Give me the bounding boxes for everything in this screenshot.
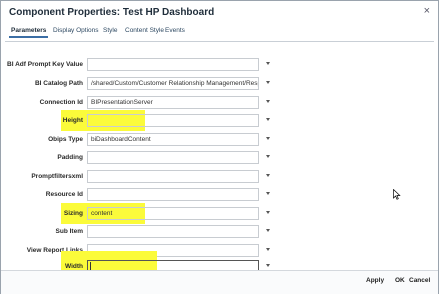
row-padding: Padding — [1, 150, 438, 166]
field-label: Sub Item — [55, 228, 83, 235]
component-properties-dialog: Component Properties: Test HP Dashboard … — [0, 0, 439, 294]
cancel-button[interactable]: Cancel — [409, 277, 430, 284]
field-label: BI Catalog Path — [34, 80, 83, 87]
tab-events[interactable]: Events — [165, 27, 185, 34]
chevron-down-icon[interactable] — [266, 174, 270, 177]
row-obips-type: Obips Type biDashboardContent — [1, 132, 438, 148]
field-label: Obips Type — [48, 136, 83, 143]
row-height: Height — [1, 110, 438, 131]
sub-item-input[interactable] — [87, 225, 259, 238]
apply-button[interactable]: Apply — [366, 277, 384, 284]
row-resource-id: Resource Id — [1, 187, 438, 203]
chevron-down-icon[interactable] — [266, 118, 270, 121]
tab-display-options[interactable]: Display Options — [53, 27, 99, 34]
tab-content-style[interactable]: Content Style — [125, 27, 164, 34]
close-icon[interactable]: × — [424, 5, 430, 17]
chevron-down-icon[interactable] — [266, 81, 270, 84]
row-bi-catalog-path: BI Catalog Path /shared/Custom/Customer … — [1, 76, 438, 92]
field-label: Width — [65, 263, 83, 270]
row-promptfiltersxml: Promptfiltersxml — [1, 169, 438, 185]
field-label: Connection Id — [39, 99, 83, 106]
obips-type-input[interactable]: biDashboardContent — [87, 133, 259, 146]
row-sub-item: Sub Item — [1, 224, 438, 240]
chevron-down-icon[interactable] — [266, 211, 270, 214]
chevron-down-icon[interactable] — [266, 264, 270, 267]
chevron-down-icon[interactable] — [266, 248, 270, 251]
ok-button[interactable]: OK — [395, 277, 405, 284]
bi-adf-prompt-key-value-input[interactable] — [87, 58, 259, 71]
tab-style[interactable]: Style — [103, 27, 117, 34]
row-bi-adf-prompt-key-value: BI Adf Prompt Key Value — [1, 57, 438, 73]
dialog-title: Component Properties: Test HP Dashboard — [9, 7, 215, 18]
height-input[interactable] — [87, 114, 259, 127]
mouse-pointer-icon — [393, 189, 401, 200]
bi-catalog-path-input[interactable]: /shared/Custom/Customer Relationship Man… — [87, 77, 259, 90]
padding-input[interactable] — [87, 151, 259, 164]
chevron-down-icon[interactable] — [266, 155, 270, 158]
chevron-down-icon[interactable] — [266, 100, 270, 103]
field-label: Height — [62, 117, 83, 124]
field-label: Resource Id — [45, 191, 83, 198]
promptfiltersxml-input[interactable] — [87, 170, 259, 183]
chevron-down-icon[interactable] — [266, 229, 270, 232]
parameters-form: BI Adf Prompt Key Value BI Catalog Path … — [1, 49, 438, 273]
sizing-input[interactable]: content — [87, 207, 259, 220]
dialog-footer: Apply OK Cancel — [1, 270, 438, 294]
chevron-down-icon[interactable] — [266, 192, 270, 195]
field-label: Promptfiltersxml — [31, 173, 83, 180]
tab-bar: Parameters Display Options Style Content… — [5, 25, 434, 42]
field-label: Padding — [57, 154, 83, 161]
row-connection-id: Connection Id BIPresentationServer — [1, 95, 438, 111]
field-label: Sizing — [63, 210, 83, 217]
field-label: BI Adf Prompt Key Value — [7, 61, 83, 68]
chevron-down-icon[interactable] — [266, 62, 270, 65]
chevron-down-icon[interactable] — [266, 137, 270, 140]
resource-id-input[interactable] — [87, 188, 259, 201]
connection-id-input[interactable]: BIPresentationServer — [87, 96, 259, 109]
row-sizing: Sizing content — [1, 203, 438, 224]
tab-parameters[interactable]: Parameters — [8, 27, 49, 38]
